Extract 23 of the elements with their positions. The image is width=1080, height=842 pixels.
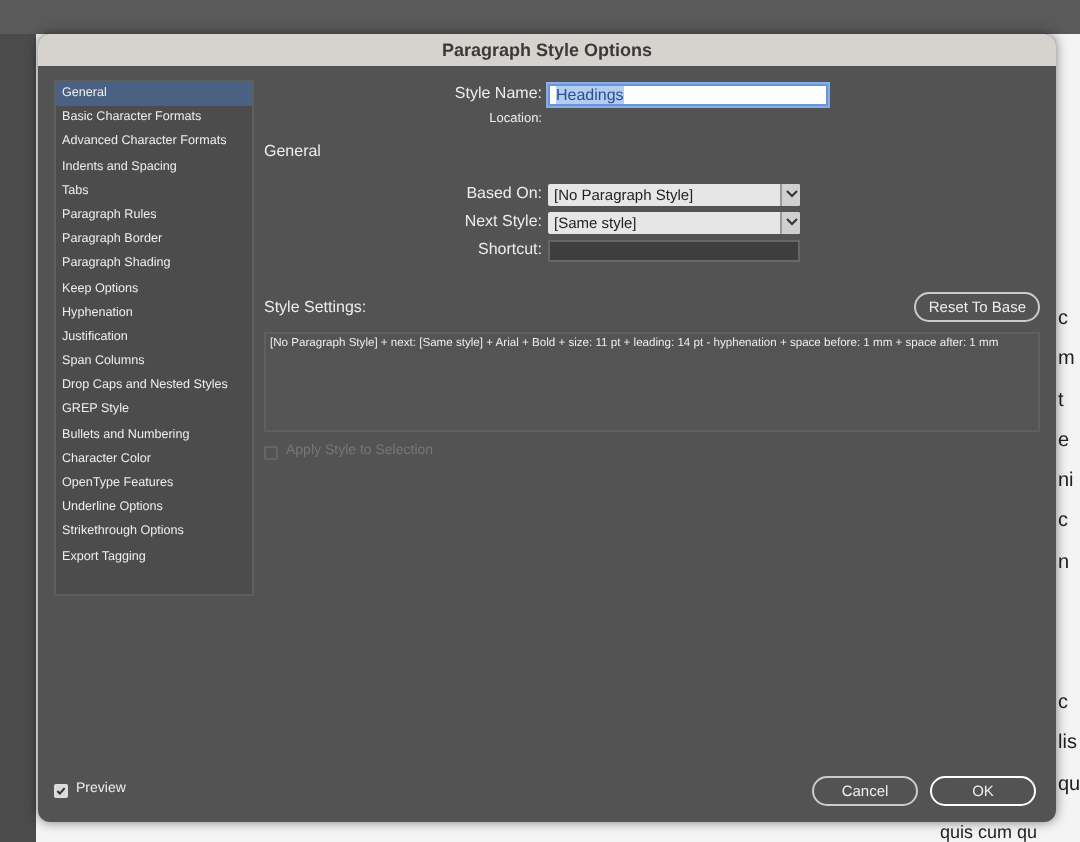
dialog-title: Paragraph Style Options <box>38 34 1056 66</box>
field-label: Based On: <box>464 182 544 206</box>
document-text: n <box>1058 549 1070 578</box>
document-text: t <box>1058 387 1064 416</box>
chevron-down-icon <box>785 218 797 226</box>
document-text: c <box>1058 690 1068 719</box>
document-text: c <box>1058 508 1068 537</box>
document-text: m <box>1058 346 1075 375</box>
document-text: e <box>1058 427 1070 456</box>
document-text: qu <box>1058 771 1080 800</box>
checkbox[interactable] <box>54 783 68 797</box>
field-label: Shortcut: <box>475 238 544 262</box>
document-text: quis cum qu <box>940 822 1038 842</box>
document-text: lis <box>1058 730 1077 759</box>
shortcut-field[interactable] <box>548 239 800 261</box>
section-title: Style Settings: <box>264 295 367 319</box>
document-text: ni <box>1058 468 1074 497</box>
field-label: Style Name: <box>452 82 544 106</box>
style-name-field[interactable]: Headings <box>548 83 828 105</box>
section-title: General <box>264 142 321 160</box>
chevron-down-icon <box>785 190 797 198</box>
field-label: Next Style: <box>462 210 544 234</box>
document-text: c <box>1058 306 1068 334</box>
